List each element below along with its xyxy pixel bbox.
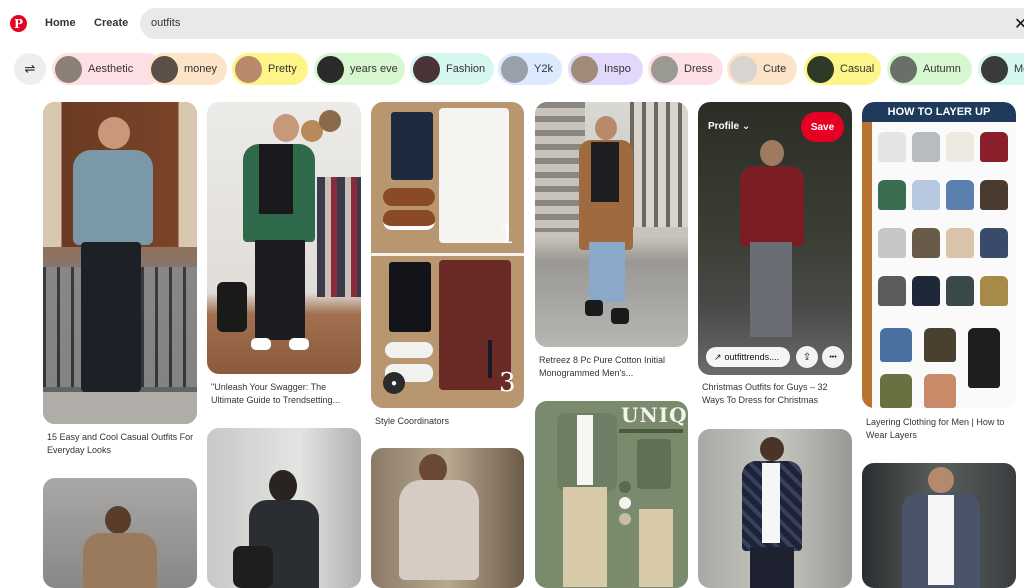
clear-search-icon[interactable]: ✕ [1014, 14, 1024, 34]
filter-chip-fashion[interactable]: Fashion [410, 53, 494, 85]
top-bar: P Home Create outfits ✕ [0, 0, 1024, 48]
chip-thumbnail [501, 55, 528, 83]
garment-swatch [912, 228, 940, 258]
filter-chip-autumn[interactable]: Autumn [887, 53, 972, 85]
save-button[interactable]: Save [801, 112, 844, 142]
chip-thumbnail [981, 55, 1008, 83]
garment-swatch [880, 374, 912, 408]
share-icon: ⇪ [802, 351, 812, 363]
profile-dropdown[interactable]: Profile ⌄ [708, 121, 750, 132]
garment-swatch [912, 132, 940, 162]
garment-swatch [924, 374, 956, 408]
garment-swatch [980, 132, 1008, 162]
nav-create[interactable]: Create [94, 17, 128, 29]
nav-home[interactable]: Home [45, 17, 76, 29]
pin-title[interactable]: Layering Clothing for Men | How to Wear … [866, 416, 1016, 441]
garment-swatch [980, 276, 1008, 306]
chip-label: Casual [840, 63, 875, 75]
pin-image[interactable] [371, 448, 524, 588]
garment-swatch [880, 328, 912, 362]
pin-image[interactable]: HOW TO LAYER UP [862, 102, 1016, 408]
share-button[interactable]: ⇪ [796, 346, 818, 368]
garment-swatch [912, 180, 940, 210]
chip-label: Autumn [923, 63, 961, 75]
filter-chip-casual[interactable]: Casual [804, 53, 881, 85]
garment-swatch [980, 228, 1008, 258]
garment-swatch [946, 276, 974, 306]
garment-swatch [946, 132, 974, 162]
garment-swatch [924, 328, 956, 362]
chip-label: Fashion [446, 63, 486, 75]
garment-swatch [946, 180, 974, 210]
arrow-up-right-icon: ↗ [714, 351, 722, 362]
source-domain: outfittrends.... [724, 352, 780, 362]
pin-title[interactable]: Style Coordinators [375, 415, 525, 428]
pin-image[interactable] [698, 429, 852, 588]
chip-label: Inspo [604, 63, 631, 75]
garment-swatch [946, 228, 974, 258]
filter-chip-cute[interactable]: Cute [727, 53, 797, 85]
chip-label: Cute [763, 63, 787, 75]
filter-chip-y2k[interactable]: Y2k [498, 53, 562, 85]
garment-swatch [878, 228, 906, 258]
garment-swatch [878, 132, 906, 162]
pin-image[interactable]: Profile ⌄ Save ↗ outfittrends.... ⇪ ••• [698, 102, 852, 375]
garment-swatch [968, 328, 1000, 388]
pin-image[interactable] [535, 102, 688, 347]
chip-thumbnail [890, 55, 917, 83]
user-avatar-icon[interactable]: ● [383, 372, 405, 394]
search-input[interactable]: outfits ✕ [140, 8, 1024, 39]
chip-thumbnail [651, 55, 678, 83]
chip-thumbnail [807, 55, 834, 83]
search-query[interactable]: outfits [151, 17, 180, 29]
pin-title[interactable]: 15 Easy and Cool Casual Outfits For Ever… [47, 431, 197, 456]
chip-thumbnail [317, 55, 344, 83]
infographic-heading: HOW TO LAYER UP [862, 102, 1016, 122]
chip-thumbnail [235, 55, 262, 83]
filter-chip-money[interactable]: money [148, 53, 227, 85]
garment-swatch [878, 180, 906, 210]
filter-chip-dress[interactable]: Dress [648, 53, 723, 85]
more-icon: ••• [829, 353, 837, 361]
pin-image[interactable] [43, 478, 197, 588]
pin-image[interactable] [43, 102, 197, 424]
filter-chip-aesthetic[interactable]: Aesthetic [52, 53, 163, 85]
chip-label: Pretty [268, 63, 297, 75]
source-link-button[interactable]: ↗ outfittrends.... [706, 347, 790, 367]
chip-thumbnail [730, 55, 757, 83]
pin-number: 3 [499, 368, 516, 398]
garment-swatch [912, 276, 940, 306]
chip-thumbnail [151, 55, 178, 83]
chip-label: Y2k [534, 63, 553, 75]
chip-label: Me [1014, 63, 1024, 75]
filter-chip-years-eve[interactable]: years eve [314, 53, 405, 85]
filter-chips-bar: ⇌ Aesthetic money Pretty years eve Fashion Y2… [0, 52, 1024, 86]
pin-title[interactable]: "Unleash Your Swagger: The Ultimate Guid… [211, 381, 361, 406]
pin-image[interactable] [207, 428, 361, 588]
garment-swatch [878, 276, 906, 306]
chip-thumbnail [55, 55, 82, 83]
brand-label: UNIQLO [621, 403, 688, 427]
pin-image[interactable]: UNIQLO [535, 401, 688, 588]
pin-title[interactable]: Christmas Outfits for Guys – 32 Ways To … [702, 381, 852, 406]
pin-image[interactable] [207, 102, 361, 374]
chip-label: money [184, 63, 218, 75]
filter-chip-pretty[interactable]: Pretty [232, 53, 308, 85]
filter-chip-me[interactable]: Me [978, 53, 1024, 85]
pin-image[interactable]: 1 3 ● [371, 102, 524, 408]
chip-label: years eve [350, 63, 398, 75]
filter-settings-button[interactable]: ⇌ [14, 53, 46, 85]
pin-title[interactable]: Retreez 8 Pc Pure Cotton Initial Monogra… [539, 354, 689, 379]
more-options-button[interactable]: ••• [822, 346, 844, 368]
chip-thumbnail [571, 55, 598, 83]
pin-number: 1 [499, 220, 516, 250]
garment-swatch [980, 180, 1008, 210]
chip-label: Dress [684, 63, 713, 75]
sliders-icon: ⇌ [24, 61, 36, 76]
chip-label: Aesthetic [88, 63, 134, 75]
pin-image[interactable] [862, 463, 1016, 588]
filter-chip-inspo[interactable]: Inspo [568, 53, 643, 85]
chip-thumbnail [413, 55, 440, 83]
pinterest-logo-icon[interactable]: P [10, 15, 27, 32]
